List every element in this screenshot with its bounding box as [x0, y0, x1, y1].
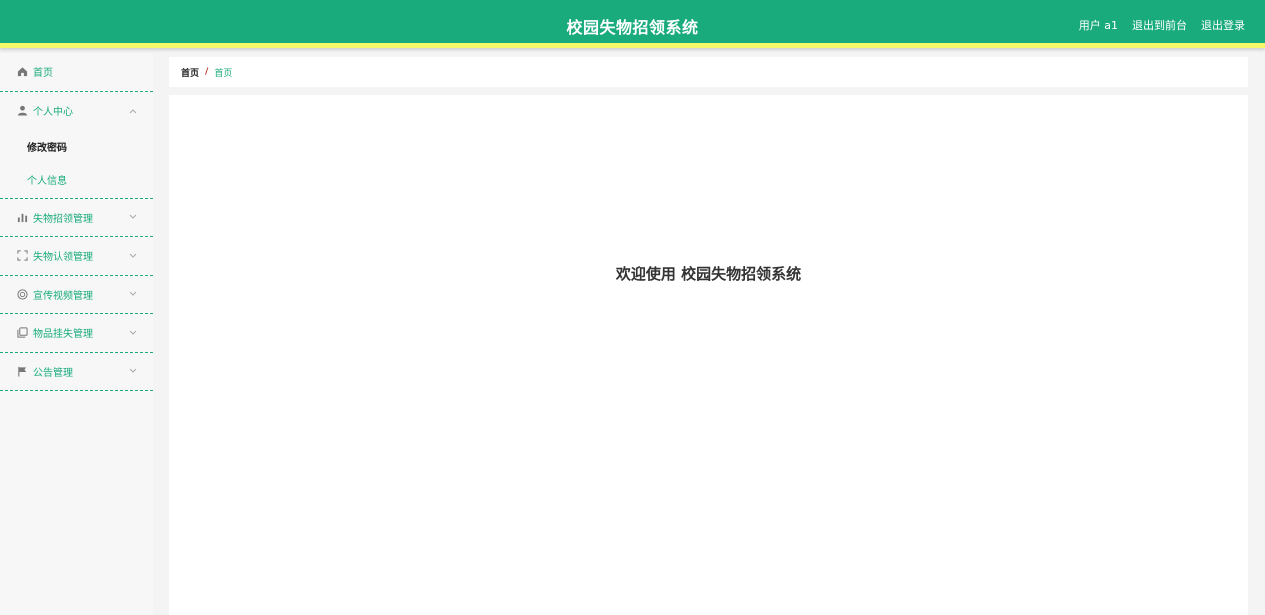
- logout-link[interactable]: 退出登录: [1201, 17, 1245, 33]
- sidebar-item-label: 宣传视频管理: [33, 290, 93, 302]
- sidebar-item-label: 个人中心: [33, 107, 73, 118]
- sidebar-item-promo-video[interactable]: 宣传视频管理: [0, 276, 153, 314]
- circle-icon: [16, 288, 28, 300]
- breadcrumb-separator: /: [205, 67, 209, 77]
- breadcrumb-current: 首页: [214, 68, 233, 79]
- chevron-down-icon: [129, 214, 137, 220]
- chevron-up-icon: [129, 108, 137, 114]
- header-actions: 用户 a1 退出到前台 退出登录: [1079, 17, 1245, 33]
- breadcrumb-home[interactable]: 首页: [181, 66, 199, 79]
- sidebar-item-label: 失物招领管理: [33, 213, 93, 225]
- sidebar-item-label: 公告管理: [33, 367, 73, 379]
- sidebar-item-personal-center[interactable]: 个人中心: [0, 92, 153, 130]
- sidebar-item-announcement[interactable]: 公告管理: [0, 353, 153, 391]
- sidebar-item-lost-found[interactable]: 失物招领管理: [0, 199, 153, 237]
- sidebar-item-label: 首页: [33, 68, 53, 80]
- sidebar-subitem-change-password[interactable]: 修改密码: [0, 130, 153, 163]
- current-user-label: 用户 a1: [1078, 19, 1118, 32]
- chevron-down-icon: [129, 291, 137, 297]
- home-icon: [16, 66, 28, 78]
- bar-chart-icon: [16, 211, 28, 223]
- exit-to-front-link[interactable]: 退出到前台: [1132, 17, 1187, 33]
- sidebar-group-personal: 个人中心 修改密码 个人信息: [0, 92, 153, 199]
- chevron-down-icon: [129, 368, 137, 374]
- sidebar-item-label: 失物认领管理: [33, 252, 93, 264]
- top-header: 校园失物招领系统 用户 a1 退出到前台 退出登录: [0, 0, 1265, 48]
- user-icon: [16, 105, 28, 117]
- chevron-down-icon: [129, 253, 137, 259]
- sidebar: 首页 个人中心 修改密码 个人信息 失物招领管理 失物认领管理 宣传视频管理 物…: [0, 53, 153, 615]
- main-content: 欢迎使用 校园失物招领系统: [169, 95, 1248, 615]
- breadcrumb: 首页 / 首页: [169, 57, 1248, 87]
- sidebar-item-claim[interactable]: 失物认领管理: [0, 237, 153, 276]
- sidebar-item-label: 物品挂失管理: [33, 329, 93, 341]
- scan-frame-icon: [16, 250, 28, 262]
- chevron-down-icon: [129, 330, 137, 336]
- app-title: 校园失物招领系统: [566, 18, 699, 37]
- sidebar-subitem-personal-info[interactable]: 个人信息: [0, 163, 153, 196]
- flag-icon: [16, 365, 28, 377]
- sidebar-item-lost-report[interactable]: 物品挂失管理: [0, 314, 153, 353]
- copy-icon: [16, 327, 28, 339]
- sidebar-item-home[interactable]: 首页: [0, 53, 153, 92]
- welcome-message: 欢迎使用 校园失物招领系统: [615, 265, 802, 283]
